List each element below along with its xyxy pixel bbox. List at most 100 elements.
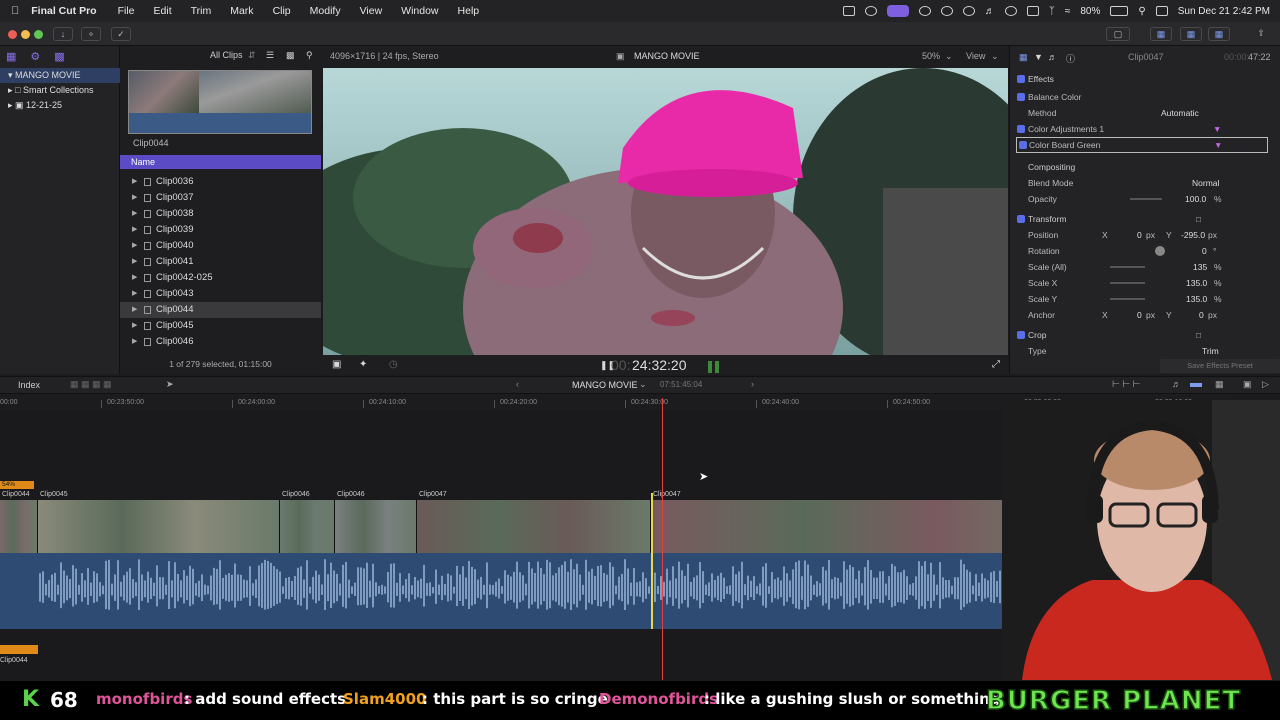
rotation-value[interactable]: 0 <box>1202 243 1207 259</box>
scale-all-value[interactable]: 135 <box>1193 259 1207 275</box>
browser-search-icon[interactable]: ⚲ <box>306 50 313 61</box>
library-mango-movie[interactable]: ▾ MANGO MOVIE <box>0 68 120 83</box>
anchor-y-value[interactable]: 0 <box>1199 307 1204 323</box>
scale-x-slider[interactable] <box>1110 282 1145 284</box>
effects-checkbox[interactable] <box>1017 75 1025 83</box>
zoom-button[interactable] <box>34 30 43 39</box>
list-view-icon[interactable]: ☰ <box>266 50 274 61</box>
screen-icon[interactable] <box>1026 6 1039 16</box>
timeline-clip[interactable] <box>280 500 335 553</box>
zoom-controls-icon[interactable]: ⊢ ⊢ ⊢ <box>1112 379 1141 390</box>
sync-icon[interactable] <box>864 6 877 16</box>
scale-all-slider[interactable] <box>1110 266 1145 268</box>
menu-mark[interactable]: Mark <box>230 5 253 17</box>
audio-inspector-icon[interactable]: ♬ <box>1048 52 1057 62</box>
clip-row[interactable]: ▶ Clip0038 <box>120 206 321 222</box>
volume-icon[interactable]: ♬ <box>985 6 995 17</box>
scale-x-value[interactable]: 135.0 <box>1186 275 1207 291</box>
clip-row[interactable]: ▶ Clip0041 <box>120 254 321 270</box>
disclosure-icon[interactable]: ▶ <box>132 238 137 254</box>
clip-row[interactable]: ▶ Clip0046 <box>120 334 321 350</box>
disclosure-icon[interactable]: ▶ <box>132 270 137 286</box>
timeline-clip[interactable] <box>38 500 280 553</box>
rotation-dial[interactable] <box>1155 246 1165 256</box>
audio-waveform[interactable] <box>0 553 1090 629</box>
clip-filter-dropdown[interactable]: All Clips <box>210 50 243 60</box>
disclosure-icon[interactable]: ▶ <box>132 222 137 238</box>
name-column-header[interactable]: Name <box>120 155 321 169</box>
disclosure-icon[interactable]: ▶ <box>132 206 137 222</box>
clip-row[interactable]: ▶ Clip0045 <box>120 318 321 334</box>
disclosure-icon[interactable]: ▶ <box>132 174 137 190</box>
clip-row[interactable]: ▶ Clip0042-025 <box>120 270 321 286</box>
timeline-clip[interactable] <box>335 500 417 553</box>
back-icon[interactable]: ‹ <box>516 379 519 389</box>
battery-icon[interactable] <box>1110 6 1129 16</box>
method-dropdown[interactable]: Automatic <box>1161 105 1199 121</box>
disclosure-icon[interactable]: ▶ <box>132 254 137 270</box>
connect-edit-icon[interactable]: ▦ ▦ ▦ ▦ <box>70 379 112 390</box>
position-x-value[interactable]: 0 <box>1137 227 1142 243</box>
library-smart-collections[interactable]: ▸ □ Smart Collections <box>0 83 120 98</box>
wifi-icon[interactable]: ≈ <box>1065 6 1071 17</box>
skimming-toggle[interactable] <box>1190 383 1202 387</box>
share-icon[interactable]: ⇧ <box>1252 27 1270 41</box>
zoom-dropdown[interactable]: 50% <box>922 51 940 61</box>
color-board-row[interactable]: Color Board Green ▼ <box>1016 137 1268 153</box>
disclosure-icon[interactable]: ▶ <box>132 286 137 302</box>
clock[interactable]: Sun Dec 21 2:42 PM <box>1178 6 1270 17</box>
anchor-x-value[interactable]: 0 <box>1137 307 1142 323</box>
timeline-project-name[interactable]: MANGO MOVIE <box>572 380 638 390</box>
forward-icon[interactable]: › <box>751 379 754 389</box>
opacity-slider[interactable] <box>1130 198 1162 200</box>
photos-icon[interactable]: ⚙ <box>30 50 40 63</box>
disclosure-icon[interactable]: ▶ <box>132 318 137 334</box>
focus-icon[interactable] <box>1004 6 1017 16</box>
clip-row[interactable]: ▶ Clip0044 <box>120 302 321 318</box>
display-icon[interactable] <box>842 6 855 16</box>
index-button[interactable]: Index <box>18 380 40 390</box>
color-board-icon[interactable]: ▼ <box>1214 138 1222 152</box>
import-icon[interactable]: ↓ <box>53 27 73 41</box>
video-inspector-icon[interactable]: ▦ <box>1019 52 1028 63</box>
app-menu[interactable]: Final Cut Pro <box>31 5 96 17</box>
blend-mode-dropdown[interactable]: Normal <box>1192 175 1219 191</box>
balance-color-checkbox[interactable] <box>1017 93 1025 101</box>
playhead[interactable] <box>662 398 663 680</box>
crop-overlay-icon[interactable]: □ <box>1196 327 1201 343</box>
record-icon[interactable] <box>918 6 931 16</box>
crop-checkbox[interactable] <box>1017 331 1025 339</box>
clip-filmstrip[interactable] <box>128 70 312 134</box>
scale-y-slider[interactable] <box>1110 298 1145 300</box>
connected-clip-bar[interactable] <box>0 645 38 654</box>
menu-help[interactable]: Help <box>458 5 480 17</box>
timeline-clip[interactable] <box>0 500 38 553</box>
speed-badge[interactable]: 54% <box>0 481 34 489</box>
audio-lanes-icon[interactable]: ▷ <box>1262 379 1269 390</box>
clip-appearance-icon[interactable]: ▩ <box>286 50 295 61</box>
menu-trim[interactable]: Trim <box>191 5 212 17</box>
color-wheel-icon[interactable]: ▼ <box>1213 121 1221 137</box>
transform-tool-icon[interactable]: ▣ <box>332 359 341 370</box>
save-effects-preset-button[interactable]: Save Effects Preset <box>1160 359 1280 373</box>
keyboard-icon[interactable] <box>886 5 909 17</box>
menu-modify[interactable]: Modify <box>310 5 341 17</box>
titles-icon[interactable]: ▩ <box>54 50 64 63</box>
color-inspector-icon[interactable]: ▼ <box>1034 52 1043 62</box>
timer-icon[interactable] <box>940 6 953 16</box>
disclosure-icon[interactable]: ▶ <box>132 302 137 318</box>
menu-edit[interactable]: Edit <box>154 5 172 17</box>
disclosure-icon[interactable]: ▶ <box>132 334 137 350</box>
transform-checkbox[interactable] <box>1017 215 1025 223</box>
search-icon[interactable]: ⚲ <box>1138 6 1145 17</box>
libraries-icon[interactable]: ▦ <box>6 50 16 63</box>
color-adjustments-checkbox[interactable] <box>1017 125 1025 133</box>
select-tool-icon[interactable]: ➤ <box>166 379 174 390</box>
timeline-clip[interactable] <box>417 500 651 553</box>
view-dropdown[interactable]: View <box>966 51 985 61</box>
scale-y-value[interactable]: 135.0 <box>1186 291 1207 307</box>
bluetooth-icon[interactable]: ᛉ <box>1049 6 1055 17</box>
timeline-toggle-icon[interactable]: ▦ <box>1180 27 1202 41</box>
position-y-value[interactable]: -295.0 <box>1181 227 1205 243</box>
edit-point-selection[interactable] <box>651 493 653 629</box>
